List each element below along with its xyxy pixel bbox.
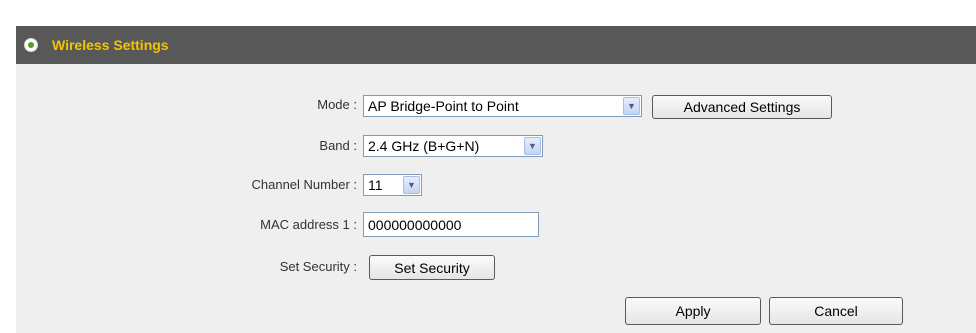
- set-security-button[interactable]: Set Security: [369, 255, 495, 280]
- set-security-label: Set Security :: [279, 259, 357, 274]
- chevron-down-icon[interactable]: ▼: [524, 137, 541, 155]
- section-header: Wireless Settings: [16, 26, 976, 64]
- mode-select[interactable]: AP Bridge-Point to Point ▼: [363, 95, 642, 117]
- apply-button[interactable]: Apply: [625, 297, 761, 325]
- advanced-settings-button[interactable]: Advanced Settings: [652, 95, 832, 119]
- channel-number-select-value: 11: [368, 177, 383, 193]
- channel-number-label: Channel Number :: [251, 177, 358, 192]
- band-label: Band :: [319, 138, 357, 153]
- settings-panel: [16, 26, 976, 333]
- mode-label: Mode :: [317, 97, 357, 112]
- cancel-button[interactable]: Cancel: [769, 297, 903, 325]
- mac-address-input[interactable]: [363, 212, 539, 237]
- chevron-down-icon[interactable]: ▼: [623, 97, 640, 115]
- channel-number-select[interactable]: 11 ▼: [363, 174, 422, 196]
- mode-select-value: AP Bridge-Point to Point: [368, 98, 519, 114]
- section-title: Wireless Settings: [52, 37, 169, 53]
- band-select-value: 2.4 GHz (B+G+N): [368, 138, 480, 154]
- radio-bullet-icon: [24, 38, 38, 52]
- chevron-down-icon[interactable]: ▼: [403, 176, 420, 194]
- mac-address-label: MAC address 1 :: [260, 217, 357, 232]
- band-select[interactable]: 2.4 GHz (B+G+N) ▼: [363, 135, 543, 157]
